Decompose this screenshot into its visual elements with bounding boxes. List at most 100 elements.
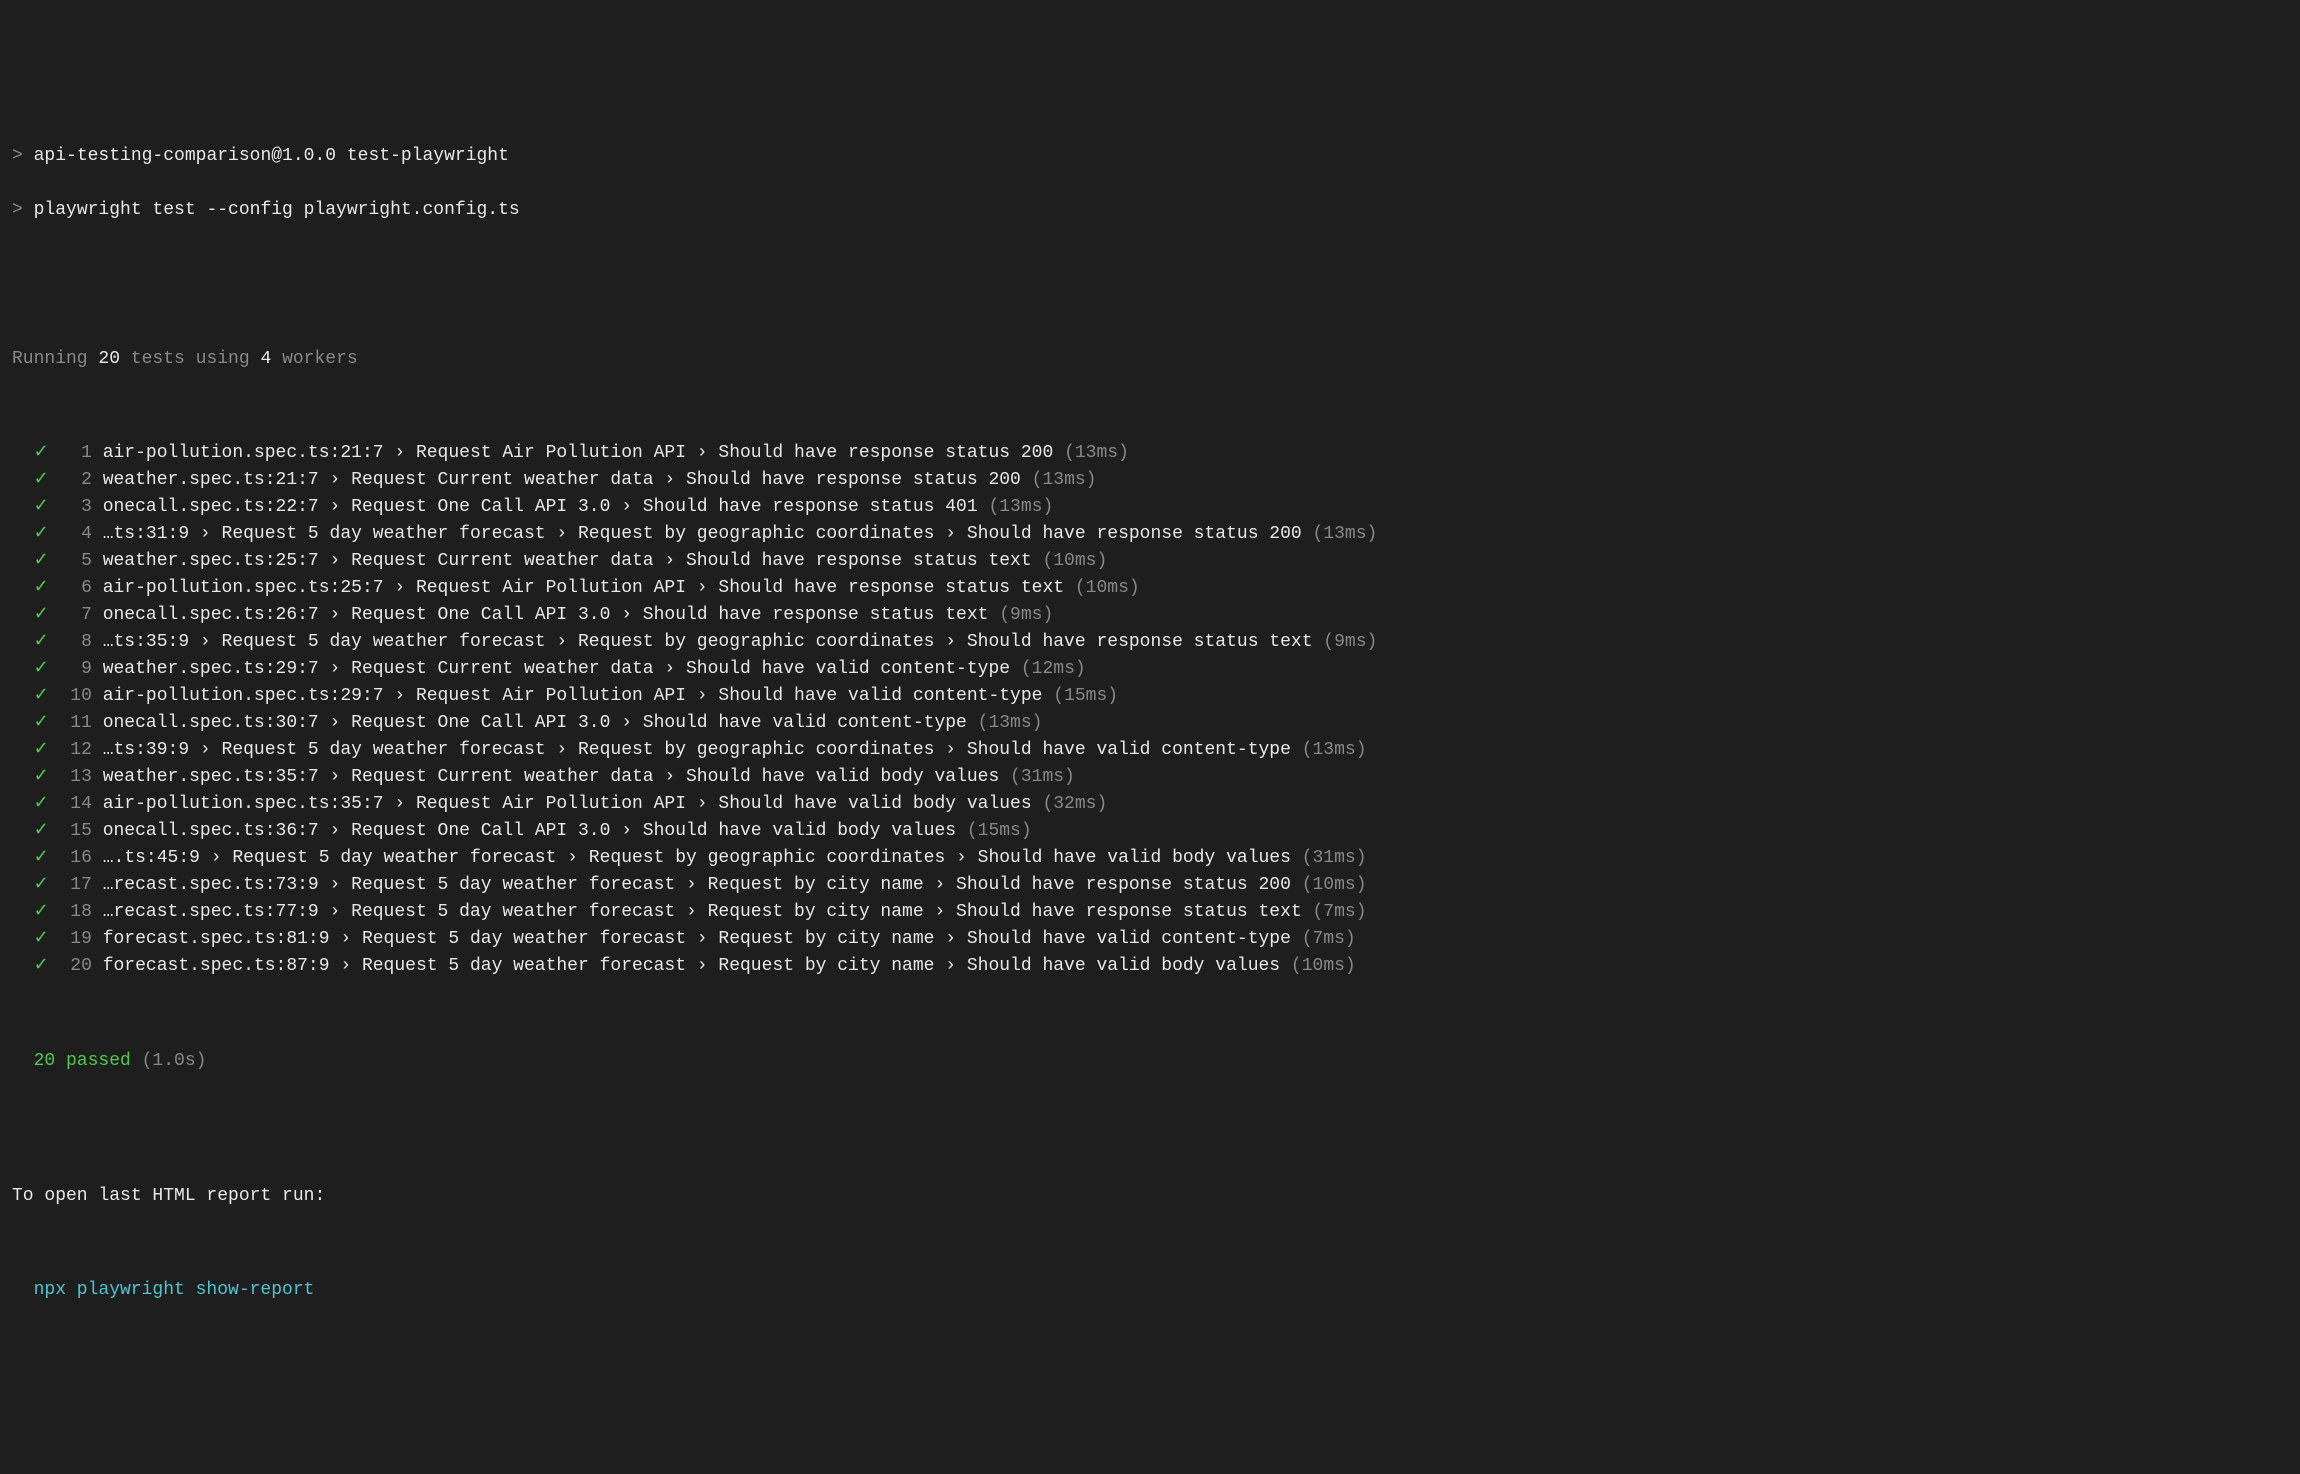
check-icon: ✓ <box>34 578 49 598</box>
test-index: 2 <box>49 470 103 490</box>
test-duration: (15ms) <box>1042 686 1118 706</box>
test-description: …ts:35:9 › Request 5 day weather forecas… <box>103 632 1313 652</box>
total-time: (1.0s) <box>142 1051 207 1071</box>
terminal-output[interactable]: > api-testing-comparison@1.0.0 test-play… <box>12 116 2288 1331</box>
test-result-row: ✓ 8 …ts:35:9 › Request 5 day weather for… <box>12 629 2288 656</box>
check-icon: ✓ <box>34 821 49 841</box>
test-description: weather.spec.ts:25:7 › Request Current w… <box>103 551 1032 571</box>
running-suffix: workers <box>271 349 357 369</box>
test-duration: (32ms) <box>1032 794 1108 814</box>
test-index: 15 <box>49 821 103 841</box>
test-index: 4 <box>49 524 103 544</box>
test-index: 19 <box>49 929 103 949</box>
test-result-row: ✓ 6 air-pollution.spec.ts:25:7 › Request… <box>12 575 2288 602</box>
test-result-row: ✓ 5 weather.spec.ts:25:7 › Request Curre… <box>12 548 2288 575</box>
test-count: 20 <box>98 349 120 369</box>
test-duration: (9ms) <box>1313 632 1378 652</box>
command-text: api-testing-comparison@1.0.0 test-playwr… <box>34 146 509 166</box>
test-result-row: ✓ 10 air-pollution.spec.ts:29:7 › Reques… <box>12 683 2288 710</box>
check-icon: ✓ <box>34 497 49 517</box>
test-index: 3 <box>49 497 103 517</box>
test-description: weather.spec.ts:35:7 › Request Current w… <box>103 767 1000 787</box>
check-icon: ✓ <box>34 929 49 949</box>
test-result-row: ✓ 11 onecall.spec.ts:30:7 › Request One … <box>12 710 2288 737</box>
test-duration: (10ms) <box>1291 875 1367 895</box>
test-description: weather.spec.ts:29:7 › Request Current w… <box>103 659 1010 679</box>
test-results-list: ✓ 1 air-pollution.spec.ts:21:7 › Request… <box>12 440 2288 980</box>
check-icon: ✓ <box>34 956 49 976</box>
test-description: onecall.spec.ts:36:7 › Request One Call … <box>103 821 956 841</box>
test-description: …recast.spec.ts:73:9 › Request 5 day wea… <box>103 875 1291 895</box>
test-description: …ts:31:9 › Request 5 day weather forecas… <box>103 524 1302 544</box>
test-duration: (13ms) <box>1053 443 1129 463</box>
test-duration: (15ms) <box>956 821 1032 841</box>
check-icon: ✓ <box>34 524 49 544</box>
test-index: 12 <box>49 740 103 760</box>
test-description: ….ts:45:9 › Request 5 day weather foreca… <box>103 848 1291 868</box>
test-index: 5 <box>49 551 103 571</box>
test-duration: (7ms) <box>1291 929 1356 949</box>
test-result-row: ✓ 17 …recast.spec.ts:73:9 › Request 5 da… <box>12 872 2288 899</box>
test-result-row: ✓ 20 forecast.spec.ts:87:9 › Request 5 d… <box>12 953 2288 980</box>
test-duration: (10ms) <box>1064 578 1140 598</box>
test-result-row: ✓ 13 weather.spec.ts:35:7 › Request Curr… <box>12 764 2288 791</box>
prompt-symbol: > <box>12 146 34 166</box>
test-index: 8 <box>49 632 103 652</box>
check-icon: ✓ <box>34 632 49 652</box>
report-hint: To open last HTML report run: <box>12 1183 2288 1210</box>
test-result-row: ✓ 15 onecall.spec.ts:36:7 › Request One … <box>12 818 2288 845</box>
check-icon: ✓ <box>34 443 49 463</box>
test-duration: (31ms) <box>1291 848 1367 868</box>
check-icon: ✓ <box>34 875 49 895</box>
test-index: 7 <box>49 605 103 625</box>
test-duration: (13ms) <box>1021 470 1097 490</box>
test-index: 13 <box>49 767 103 787</box>
check-icon: ✓ <box>34 740 49 760</box>
test-description: …ts:39:9 › Request 5 day weather forecas… <box>103 740 1291 760</box>
test-duration: (13ms) <box>1302 524 1378 544</box>
test-result-row: ✓ 7 onecall.spec.ts:26:7 › Request One C… <box>12 602 2288 629</box>
test-duration: (13ms) <box>1291 740 1367 760</box>
test-duration: (13ms) <box>967 713 1043 733</box>
command-line-2: > playwright test --config playwright.co… <box>12 197 2288 224</box>
test-index: 16 <box>49 848 103 868</box>
test-result-row: ✓ 1 air-pollution.spec.ts:21:7 › Request… <box>12 440 2288 467</box>
test-index: 14 <box>49 794 103 814</box>
test-description: air-pollution.spec.ts:21:7 › Request Air… <box>103 443 1054 463</box>
test-index: 1 <box>49 443 103 463</box>
test-description: forecast.spec.ts:87:9 › Request 5 day we… <box>103 956 1280 976</box>
running-summary: Running 20 tests using 4 workers <box>12 346 2288 373</box>
test-description: onecall.spec.ts:22:7 › Request One Call … <box>103 497 978 517</box>
check-icon: ✓ <box>34 767 49 787</box>
test-duration: (12ms) <box>1010 659 1086 679</box>
test-duration: (31ms) <box>999 767 1075 787</box>
check-icon: ✓ <box>34 470 49 490</box>
passed-count: 20 passed <box>34 1051 131 1071</box>
running-mid: tests using <box>120 349 260 369</box>
test-result-row: ✓ 12 …ts:39:9 › Request 5 day weather fo… <box>12 737 2288 764</box>
test-result-row: ✓ 4 …ts:31:9 › Request 5 day weather for… <box>12 521 2288 548</box>
test-result-row: ✓ 19 forecast.spec.ts:81:9 › Request 5 d… <box>12 926 2288 953</box>
test-index: 17 <box>49 875 103 895</box>
report-command: npx playwright show-report <box>12 1277 2288 1304</box>
test-duration: (10ms) <box>1280 956 1356 976</box>
test-description: weather.spec.ts:21:7 › Request Current w… <box>103 470 1021 490</box>
test-index: 10 <box>49 686 103 706</box>
test-index: 11 <box>49 713 103 733</box>
command-text: playwright test --config playwright.conf… <box>34 200 520 220</box>
test-description: forecast.spec.ts:81:9 › Request 5 day we… <box>103 929 1291 949</box>
test-result-row: ✓ 2 weather.spec.ts:21:7 › Request Curre… <box>12 467 2288 494</box>
check-icon: ✓ <box>34 659 49 679</box>
test-result-row: ✓ 9 weather.spec.ts:29:7 › Request Curre… <box>12 656 2288 683</box>
test-result-row: ✓ 14 air-pollution.spec.ts:35:7 › Reques… <box>12 791 2288 818</box>
test-duration: (9ms) <box>988 605 1053 625</box>
test-index: 18 <box>49 902 103 922</box>
check-icon: ✓ <box>34 848 49 868</box>
command-line-1: > api-testing-comparison@1.0.0 test-play… <box>12 143 2288 170</box>
check-icon: ✓ <box>34 902 49 922</box>
test-index: 9 <box>49 659 103 679</box>
test-description: air-pollution.spec.ts:35:7 › Request Air… <box>103 794 1032 814</box>
running-prefix: Running <box>12 349 98 369</box>
test-description: …recast.spec.ts:77:9 › Request 5 day wea… <box>103 902 1302 922</box>
test-description: air-pollution.spec.ts:29:7 › Request Air… <box>103 686 1043 706</box>
